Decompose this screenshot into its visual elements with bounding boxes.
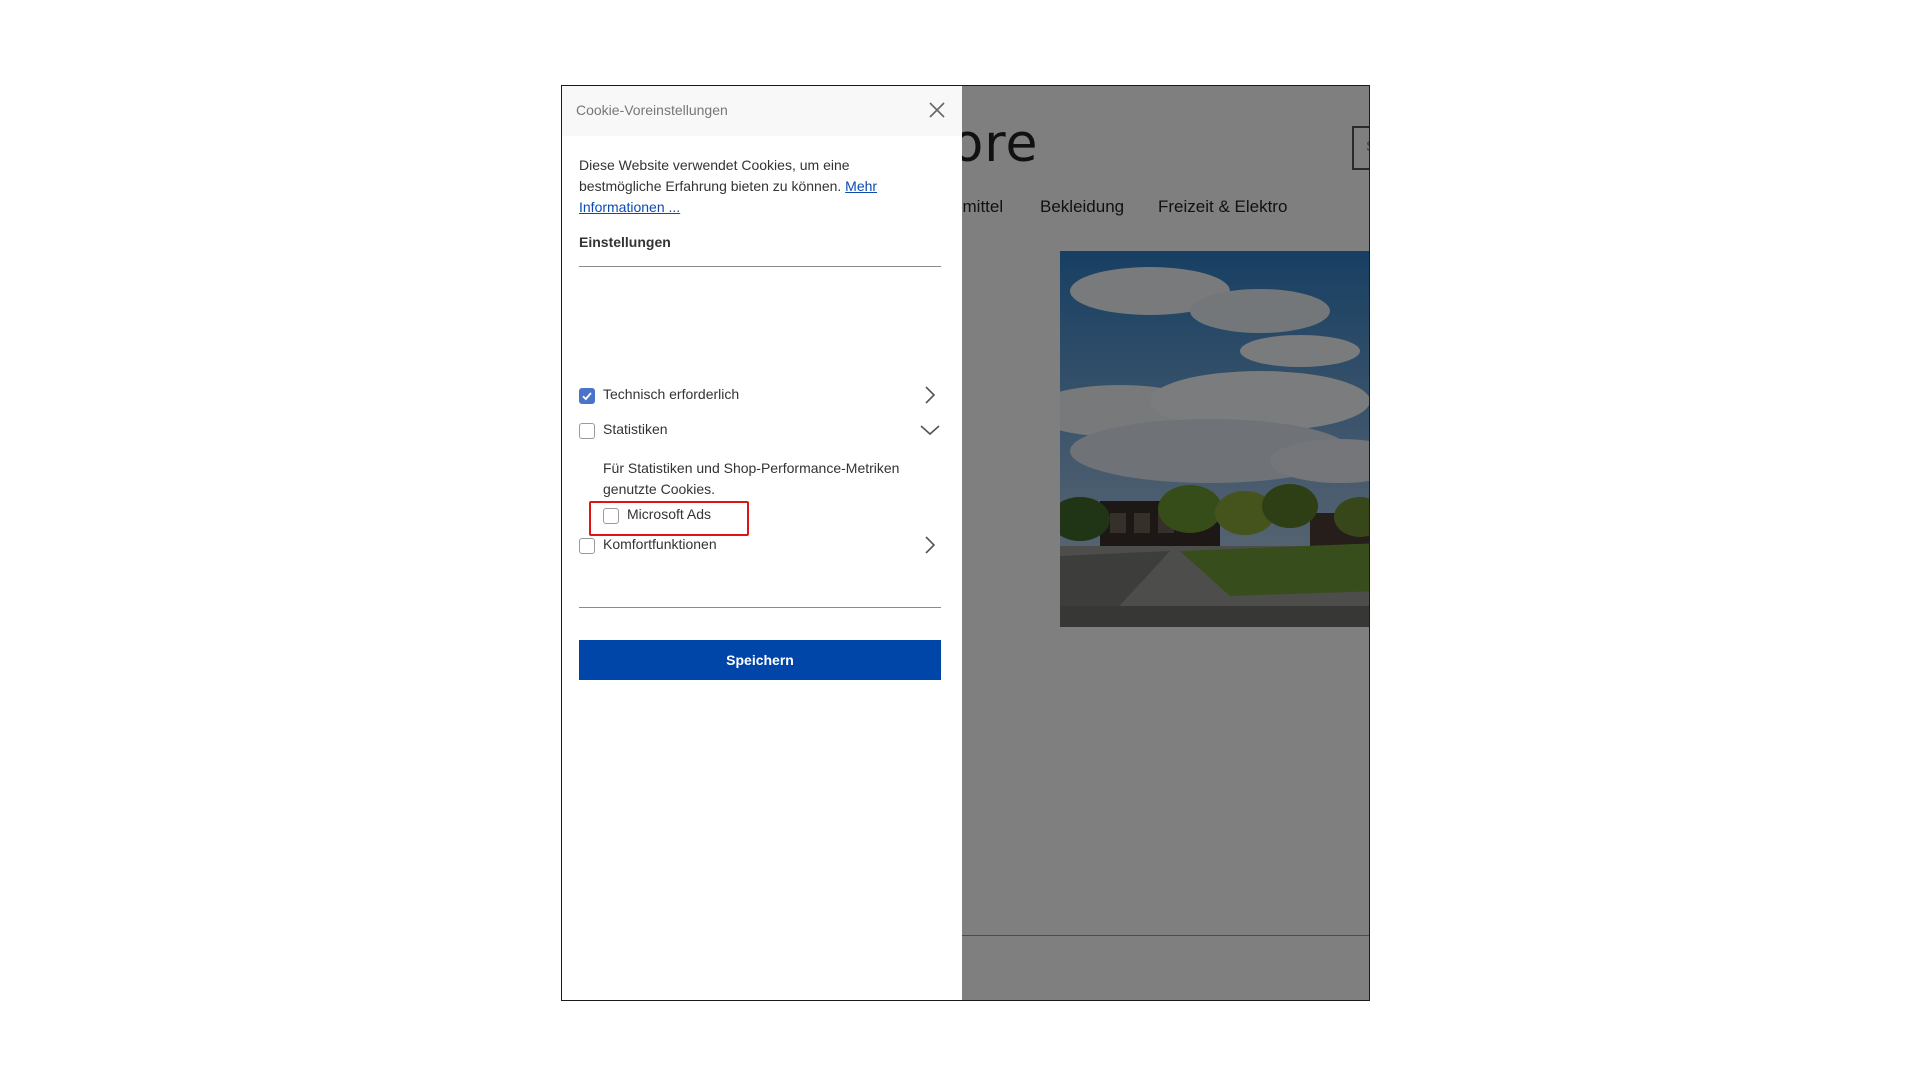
settings-heading: Einstellungen [579, 234, 671, 250]
cookie-group-label: Komfortfunktionen [603, 536, 717, 552]
save-button[interactable]: Speichern [579, 640, 941, 680]
chevron-down-icon[interactable] [919, 419, 941, 441]
cookie-group-statistiken[interactable]: Statistiken [579, 419, 941, 443]
statistiken-description: Für Statistiken und Shop-Performance-Met… [603, 460, 900, 497]
close-icon [929, 102, 945, 118]
cookie-item-label: Microsoft Ads [627, 506, 712, 522]
checkmark-icon [582, 392, 592, 401]
cookie-intro-text: Diese Website verwendet Cookies, um eine… [579, 155, 919, 218]
divider [579, 266, 941, 267]
cookie-preferences-panel: Cookie-Voreinstellungen Diese Website ve… [562, 86, 962, 1000]
cookie-group-komfortfunktionen[interactable]: Komfortfunktionen [579, 534, 941, 558]
checkbox-komfortfunktionen[interactable] [579, 538, 595, 554]
chevron-right-icon[interactable] [919, 384, 941, 406]
divider [579, 607, 941, 608]
cookie-group-label: Statistiken [603, 421, 668, 437]
panel-header: Cookie-Voreinstellungen [562, 86, 962, 136]
cookie-item-microsoft-ads[interactable]: Microsoft Ads [603, 504, 743, 528]
cookie-group-label: Technisch erforderlich [603, 386, 740, 402]
browser-viewport: store S smittel Bekleidung Freizeit & El… [561, 85, 1370, 1001]
checkbox-technisch-erforderlich[interactable] [579, 388, 595, 404]
panel-title: Cookie-Voreinstellungen [576, 102, 728, 118]
checkbox-microsoft-ads[interactable] [603, 508, 619, 524]
checkbox-statistiken[interactable] [579, 423, 595, 439]
close-button[interactable] [926, 99, 948, 121]
chevron-right-icon[interactable] [919, 534, 941, 556]
intro-sentence: Diese Website verwendet Cookies, um eine… [579, 157, 850, 194]
cookie-group-technisch-erforderlich[interactable]: Technisch erforderlich [579, 384, 941, 408]
